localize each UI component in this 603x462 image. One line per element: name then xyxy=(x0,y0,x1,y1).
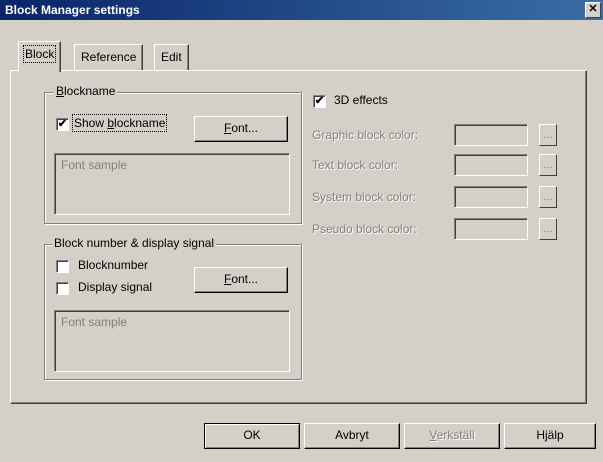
system-block-color-swatch xyxy=(454,186,528,208)
blockname-font-sample: Font sample xyxy=(54,153,290,215)
graphic-block-color-label: Graphic block color: xyxy=(312,128,419,142)
close-icon[interactable]: ✕ xyxy=(585,2,601,18)
blocknumber-label[interactable]: Blocknumber xyxy=(78,258,148,272)
text-block-color-label: Text block color: xyxy=(312,158,399,172)
tab-reference[interactable]: Reference xyxy=(74,44,144,70)
graphic-block-color-swatch xyxy=(454,124,528,146)
text-block-color-swatch xyxy=(454,154,528,176)
tab-block[interactable]: Block xyxy=(18,41,62,72)
display-signal-label[interactable]: Display signal xyxy=(78,280,152,294)
3d-effects-label[interactable]: 3D effects xyxy=(334,93,388,107)
blockname-group-legend: Blockname xyxy=(54,84,118,98)
show-blockname-label[interactable]: Show blockname xyxy=(71,114,168,132)
show-blockname-checkbox[interactable]: ✔ xyxy=(56,118,69,131)
number-font-sample: Font sample xyxy=(54,310,290,372)
tab-edit[interactable]: Edit xyxy=(154,44,189,70)
blockname-font-button[interactable]: Font... xyxy=(194,116,288,142)
cancel-button[interactable]: Avbryt xyxy=(304,423,400,449)
tab-label: Reference xyxy=(81,50,137,64)
pseudo-block-color-label: Pseudo block color: xyxy=(312,222,417,236)
apply-button[interactable]: Verkställ xyxy=(404,423,500,449)
number-font-button[interactable]: Font... xyxy=(194,267,288,293)
graphic-block-color-button[interactable]: ... xyxy=(539,124,557,146)
ok-button[interactable]: OK xyxy=(204,423,300,449)
pseudo-block-color-swatch xyxy=(454,218,528,240)
window-title: Block Manager settings xyxy=(5,3,140,17)
tab-label: Edit xyxy=(161,50,182,64)
text-block-color-button[interactable]: ... xyxy=(539,154,557,176)
block-number-group-legend: Block number & display signal xyxy=(52,236,217,250)
blocknumber-checkbox[interactable] xyxy=(56,260,69,273)
display-signal-checkbox[interactable] xyxy=(56,282,69,295)
tab-label: Block xyxy=(22,45,57,63)
title-bar: Block Manager settings ✕ xyxy=(0,0,603,20)
help-button[interactable]: Hjälp xyxy=(504,423,596,449)
system-block-color-label: System block color: xyxy=(312,190,417,204)
pseudo-block-color-button[interactable]: ... xyxy=(539,218,557,240)
system-block-color-button[interactable]: ... xyxy=(539,186,557,208)
3d-effects-checkbox[interactable]: ✔ xyxy=(313,95,326,108)
